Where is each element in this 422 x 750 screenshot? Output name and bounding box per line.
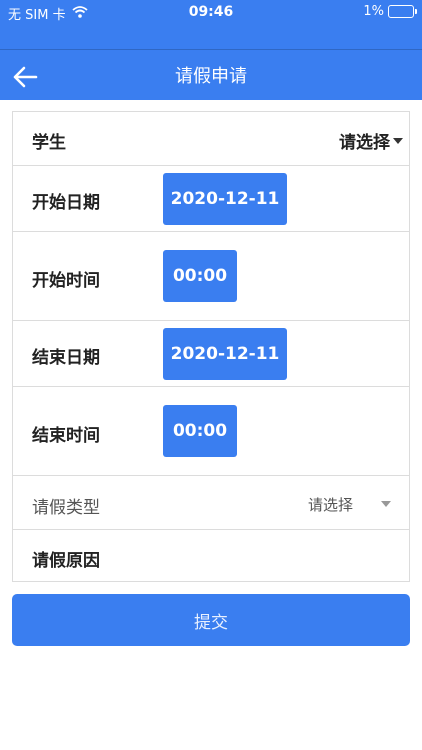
header-divider	[0, 49, 422, 50]
caret-down-icon	[393, 137, 403, 144]
student-label: 学生	[32, 133, 66, 153]
battery-percent: 1%	[363, 4, 384, 19]
end-time-label: 结束时间	[32, 426, 100, 446]
leave-type-select-value[interactable]: 请选择	[308, 494, 353, 515]
start-date-row: 开始日期 2020-12-11	[13, 166, 409, 232]
start-time-row: 开始时间 00:00	[13, 232, 409, 321]
caret-down-icon	[381, 501, 391, 507]
end-date-row: 结束日期 2020-12-11	[13, 321, 409, 387]
start-date-button[interactable]: 2020-12-11	[163, 173, 287, 225]
leave-form: 学生 请选择 开始日期 2020-12-11 开始时间 00:00 结束日期 2…	[12, 111, 410, 582]
status-bar: 无 SIM 卡 09:46 1%	[0, 0, 422, 26]
leave-type-label: 请假类型	[32, 498, 100, 518]
battery-icon	[388, 5, 417, 18]
end-date-label: 结束日期	[32, 348, 100, 368]
start-date-label: 开始日期	[32, 193, 100, 213]
student-select-value: 请选择	[339, 133, 390, 153]
student-row[interactable]: 学生 请选择	[13, 112, 409, 166]
end-time-row: 结束时间 00:00	[13, 387, 409, 476]
end-date-button[interactable]: 2020-12-11	[163, 328, 287, 380]
start-time-button[interactable]: 00:00	[163, 250, 237, 302]
leave-reason-row[interactable]: 请假原因	[13, 530, 409, 582]
leave-type-row[interactable]: 请假类型 请选择	[13, 476, 409, 530]
student-select[interactable]: 请选择	[339, 128, 403, 153]
page-title: 请假申请	[175, 66, 247, 87]
clock: 09:46	[188, 4, 234, 20]
end-time-button[interactable]: 00:00	[163, 405, 237, 457]
start-time-label: 开始时间	[32, 271, 100, 291]
submit-button[interactable]: 提交	[12, 594, 410, 646]
leave-reason-label: 请假原因	[32, 551, 100, 571]
